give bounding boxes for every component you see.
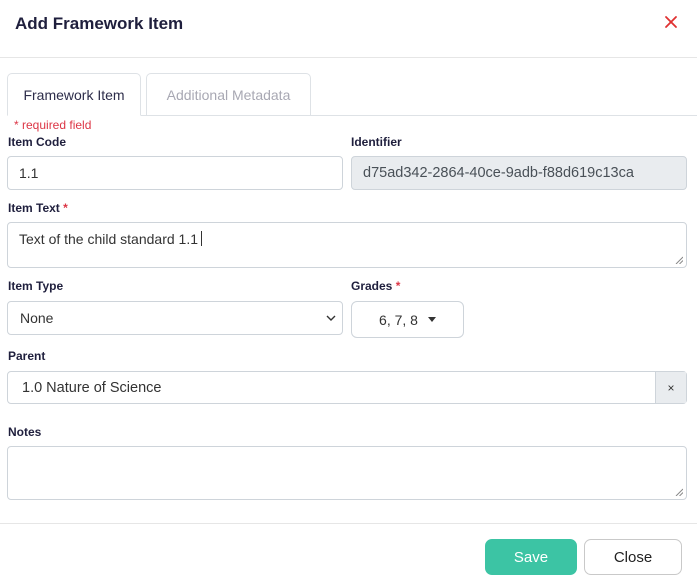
required-star: *: [63, 201, 68, 215]
required-field-note: * required field: [14, 118, 92, 132]
resize-handle-icon[interactable]: [675, 256, 683, 264]
identifier-field: d75ad342-2864-40ce-9adb-f88d619c13ca: [351, 156, 687, 190]
item-text-value: Text of the child standard 1.1: [19, 231, 198, 247]
identifier-label: Identifier: [351, 135, 402, 149]
caret-down-icon: [427, 317, 436, 322]
notes-label: Notes: [8, 425, 42, 439]
save-button[interactable]: Save: [485, 539, 577, 575]
chevron-down-icon: [326, 315, 336, 321]
grades-label: Grades *: [351, 279, 400, 293]
tab-additional-metadata[interactable]: Additional Metadata: [146, 73, 311, 116]
item-text-label-text: Item Text: [8, 201, 60, 215]
item-text-textarea[interactable]: Text of the child standard 1.1: [7, 222, 687, 268]
tab-framework-item[interactable]: Framework Item: [7, 73, 141, 116]
parent-select[interactable]: 1.0 Nature of Science ×: [7, 371, 687, 404]
item-code-value: 1.1: [19, 165, 39, 181]
item-type-value: None: [20, 310, 54, 326]
required-star: *: [395, 279, 401, 293]
item-text-label: Item Text *: [8, 201, 68, 215]
identifier-value: d75ad342-2864-40ce-9adb-f88d619c13ca: [363, 165, 634, 181]
item-type-label: Item Type: [8, 279, 64, 293]
close-button[interactable]: Close: [584, 539, 682, 575]
grades-value: 6, 7, 8: [379, 311, 418, 328]
tab-bar: Framework Item Additional Metadata: [7, 73, 697, 116]
notes-textarea[interactable]: [7, 446, 687, 500]
item-type-select[interactable]: None: [7, 301, 343, 335]
clear-icon[interactable]: ×: [655, 372, 686, 403]
grades-dropdown-button[interactable]: 6, 7, 8: [351, 301, 464, 338]
parent-label: Parent: [8, 349, 46, 363]
close-icon[interactable]: [661, 12, 681, 32]
resize-handle-icon[interactable]: [675, 488, 683, 496]
item-code-input[interactable]: 1.1: [7, 156, 343, 190]
item-code-label: Item Code: [8, 135, 67, 149]
modal-title: Add Framework Item: [15, 14, 184, 33]
text-cursor: [201, 231, 202, 246]
parent-value: 1.0 Nature of Science: [22, 380, 162, 396]
grades-label-text: Grades: [351, 279, 393, 293]
modal-header: Add Framework Item: [0, 0, 697, 58]
